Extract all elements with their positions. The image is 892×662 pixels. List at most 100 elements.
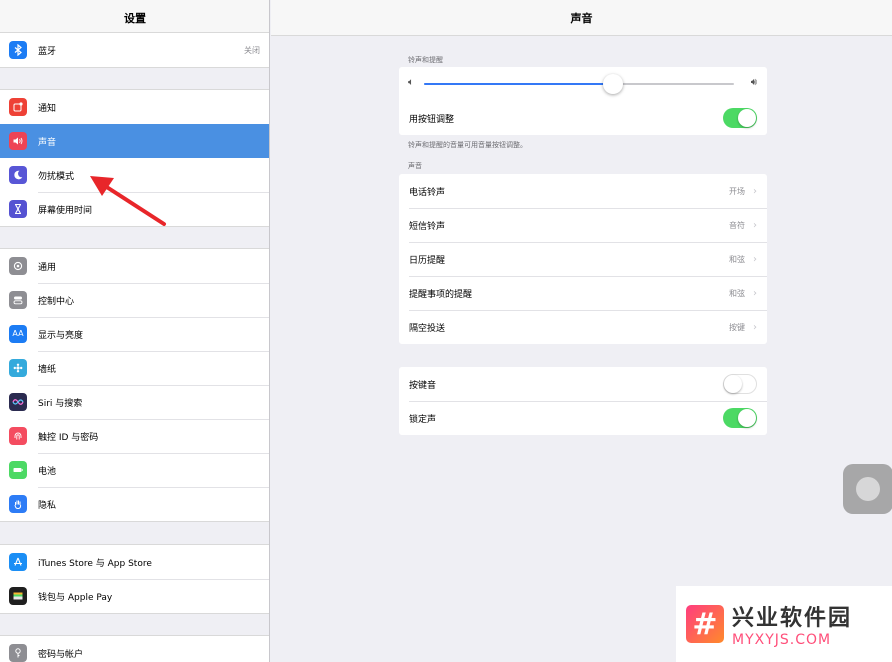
- chevron-right-icon: ›: [753, 253, 757, 265]
- sidebar-item-label: 通知: [38, 103, 57, 114]
- sidebar-item-wallet[interactable]: 钱包与 Apple Pay: [0, 579, 269, 613]
- sound-row-value: 按键: [729, 322, 745, 332]
- volume-slider-thumb[interactable]: [603, 74, 624, 94]
- sidebar-item-wallpaper[interactable]: 墙纸: [0, 351, 269, 385]
- sound-row-label: 短信铃声: [409, 221, 446, 232]
- change-with-buttons-toggle[interactable]: [723, 108, 757, 128]
- sidebar-item-passwords-accounts[interactable]: 密码与帐户: [0, 636, 269, 662]
- bluetooth-icon: [9, 41, 27, 59]
- watermark-en: MYXYJS.COM: [732, 632, 832, 648]
- chevron-right-icon: ›: [753, 321, 757, 333]
- wallpaper-icon: [9, 359, 27, 377]
- sidebar-item-bluetooth[interactable]: 蓝牙 关闭: [0, 33, 269, 67]
- wallet-icon: [9, 587, 27, 605]
- sidebar-item-itunes-app-store[interactable]: iTunes Store 与 App Store: [0, 545, 269, 579]
- page-title: 声音: [271, 0, 892, 36]
- calendar-alerts-row[interactable]: 日历提醒 和弦 ›: [399, 242, 767, 276]
- sidebar-item-label: 墙纸: [38, 364, 57, 375]
- text-tone-row[interactable]: 短信铃声 音符 ›: [399, 208, 767, 242]
- sound-row-value: 和弦: [729, 254, 745, 264]
- bluetooth-status: 关闭: [244, 45, 260, 55]
- sidebar-item-battery[interactable]: 电池: [0, 453, 269, 487]
- volume-high-icon: 🔊︎: [750, 77, 757, 88]
- key-icon: [9, 644, 27, 662]
- watermark-cn: 兴业软件园: [732, 606, 853, 631]
- sidebar-item-display[interactable]: AA 显示与亮度: [0, 317, 269, 351]
- sidebar-group-stores: iTunes Store 与 App Store 钱包与 Apple Pay: [0, 544, 269, 614]
- airdrop-row[interactable]: 隔空投送 按键 ›: [399, 310, 767, 344]
- sound-row-label: 日历提醒: [409, 255, 446, 266]
- sound-row-label: 提醒事项的提醒: [409, 289, 473, 300]
- sidebar-item-general[interactable]: 通用: [0, 249, 269, 283]
- change-with-buttons-label: 用按钮调整: [409, 114, 455, 125]
- volume-slider-row: 🔈︎ 🔊︎: [399, 67, 767, 101]
- assistive-touch-button[interactable]: [843, 464, 892, 514]
- siri-icon: [9, 393, 27, 411]
- keyboard-clicks-toggle[interactable]: [723, 374, 757, 394]
- sounds-detail-pane: 声音 铃声和提醒 🔈︎ 🔊︎ 用按钮调整 铃声和提醒的音量可用音量按钮调整。 声…: [271, 0, 892, 662]
- sounds-icon: [9, 132, 27, 150]
- sound-row-value: 音符: [729, 220, 745, 230]
- sidebar-group-connectivity: 蓝牙 关闭: [0, 32, 269, 68]
- sounds-section-header: 声音: [408, 162, 422, 170]
- ringer-section-header: 铃声和提醒: [408, 56, 443, 64]
- volume-slider[interactable]: [424, 74, 734, 94]
- battery-icon: [9, 461, 27, 479]
- keyboard-clicks-row: 按键音: [399, 367, 767, 401]
- display-icon: AA: [9, 325, 27, 343]
- sidebar-item-control-center[interactable]: 控制中心: [0, 283, 269, 317]
- sidebar-item-label: 蓝牙: [38, 46, 57, 57]
- lock-sound-row: 锁定声: [399, 401, 767, 435]
- sidebar-item-touch-id[interactable]: 触控 ID 与密码: [0, 419, 269, 453]
- watermark: # 兴业软件园 MYXYJS.COM: [676, 586, 892, 662]
- sidebar-item-label: 控制中心: [38, 296, 75, 307]
- ringer-card: 🔈︎ 🔊︎ 用按钮调整: [399, 67, 767, 135]
- chevron-right-icon: ›: [753, 185, 757, 197]
- hand-icon: [9, 495, 27, 513]
- chevron-right-icon: ›: [753, 219, 757, 231]
- lock-sound-toggle[interactable]: [723, 408, 757, 428]
- notifications-icon: [9, 98, 27, 116]
- hourglass-icon: [9, 200, 27, 218]
- lock-sound-label: 锁定声: [409, 414, 437, 425]
- reminder-alerts-row[interactable]: 提醒事项的提醒 和弦 ›: [399, 276, 767, 310]
- ringtone-row[interactable]: 电话铃声 开场 ›: [399, 174, 767, 208]
- sidebar-title: 设置: [0, 0, 269, 36]
- watermark-logo: #: [686, 605, 724, 643]
- sidebar-item-siri[interactable]: Siri 与搜索: [0, 385, 269, 419]
- sidebar-item-sounds[interactable]: 声音: [0, 124, 269, 158]
- annotation-arrow: [90, 176, 166, 226]
- app-store-icon: [9, 553, 27, 571]
- sidebar-item-label: 密码与帐户: [38, 649, 84, 660]
- keyboard-clicks-label: 按键音: [409, 380, 437, 391]
- sidebar-item-label: iTunes Store 与 App Store: [38, 558, 152, 569]
- sidebar-group-general: 通用 控制中心 AA 显示与亮度 墙纸 Siri 与搜索 触控 ID 与密码 电…: [0, 248, 269, 522]
- sidebar-item-label: 隐私: [38, 500, 57, 511]
- sidebar-item-label: 钱包与 Apple Pay: [38, 592, 113, 603]
- sidebar-item-notifications[interactable]: 通知: [0, 90, 269, 124]
- chevron-right-icon: ›: [753, 287, 757, 299]
- settings-sidebar: 设置 蓝牙 关闭 通知 声音 勿扰模式 屏幕使用时间 通用 控制中心 AA 显示…: [0, 0, 270, 662]
- sidebar-item-label: 勿扰模式: [38, 171, 75, 182]
- volume-low-icon: 🔈︎: [408, 77, 414, 88]
- sidebar-item-label: 显示与亮度: [38, 330, 84, 341]
- sidebar-item-label: 声音: [38, 137, 57, 148]
- fingerprint-icon: [9, 427, 27, 445]
- change-with-buttons-row: 用按钮调整: [399, 101, 767, 135]
- watermark-text: 兴业软件园 MYXYJS.COM: [732, 600, 852, 648]
- control-center-icon: [9, 291, 27, 309]
- gear-icon: [9, 257, 27, 275]
- moon-icon: [9, 166, 27, 184]
- sidebar-group-accounts: 密码与帐户: [0, 635, 269, 662]
- sound-row-value: 和弦: [729, 288, 745, 298]
- sidebar-item-label: Siri 与搜索: [38, 398, 83, 409]
- volume-slider-fill: [424, 83, 614, 85]
- sounds-card: 电话铃声 开场 › 短信铃声 音符 › 日历提醒 和弦 › 提醒事项的提醒 和弦…: [399, 174, 767, 344]
- sound-row-label: 电话铃声: [409, 187, 446, 198]
- sidebar-item-privacy[interactable]: 隐私: [0, 487, 269, 521]
- toggles-card: 按键音 锁定声: [399, 367, 767, 435]
- ringer-note: 铃声和提醒的音量可用音量按钮调整。: [408, 141, 527, 149]
- sound-row-value: 开场: [729, 186, 745, 196]
- sidebar-item-label: 通用: [38, 262, 57, 273]
- sound-row-label: 隔空投送: [409, 323, 446, 334]
